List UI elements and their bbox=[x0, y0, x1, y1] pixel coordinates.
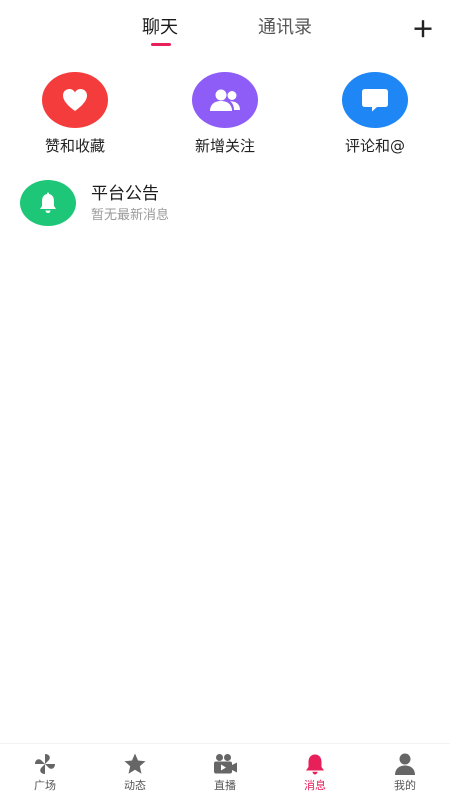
comment-icon bbox=[362, 89, 388, 112]
star-icon bbox=[124, 753, 146, 774]
nav-feed-label: 动态 bbox=[124, 779, 146, 792]
tab-chat[interactable]: 聊天 bbox=[142, 14, 178, 42]
bottom-navigation: 广场 动态 直播 消息 我的 bbox=[0, 743, 450, 800]
qa-icon-circle-comments bbox=[342, 72, 408, 128]
add-button[interactable] bbox=[408, 14, 438, 44]
quick-actions: 赞和收藏 新增关注 评论和@ bbox=[0, 70, 450, 170]
messages-screen: 聊天 通讯录 赞和收藏 新增关注 评论和@ 平台公告 暂无最新消息 广场 动态 … bbox=[0, 0, 450, 800]
active-tab-indicator bbox=[151, 43, 171, 46]
nav-live-icon-wrap bbox=[212, 752, 238, 776]
top-bar: 聊天 通讯录 bbox=[0, 0, 450, 60]
plus-icon bbox=[414, 20, 432, 38]
nav-live[interactable]: 直播 bbox=[180, 744, 270, 801]
announcement-icon-circle bbox=[20, 180, 76, 226]
nav-square[interactable]: 广场 bbox=[0, 744, 90, 801]
nav-live-label: 直播 bbox=[214, 779, 236, 792]
nav-profile[interactable]: 我的 bbox=[360, 744, 450, 801]
nav-messages-icon-wrap bbox=[302, 752, 328, 776]
nav-square-label: 广场 bbox=[34, 779, 56, 792]
nav-square-icon-wrap bbox=[32, 752, 58, 776]
platform-announcement-row[interactable]: 平台公告 暂无最新消息 bbox=[0, 176, 450, 232]
pinwheel-icon bbox=[35, 754, 55, 774]
users-icon bbox=[210, 89, 240, 111]
nav-messages-label: 消息 bbox=[304, 779, 326, 792]
nav-feed[interactable]: 动态 bbox=[90, 744, 180, 801]
tab-contacts[interactable]: 通讯录 bbox=[258, 14, 312, 42]
likes-and-favorites-label: 赞和收藏 bbox=[44, 137, 105, 155]
person-icon bbox=[395, 753, 415, 775]
camera-icon bbox=[214, 754, 237, 774]
heart-icon bbox=[63, 89, 87, 111]
new-followers-label: 新增关注 bbox=[194, 137, 255, 155]
bell-icon bbox=[40, 192, 56, 213]
announcement-subtitle: 暂无最新消息 bbox=[91, 208, 170, 223]
bell-icon bbox=[306, 754, 324, 775]
nav-profile-icon-wrap bbox=[392, 752, 418, 776]
nav-feed-icon-wrap bbox=[122, 752, 148, 776]
nav-messages[interactable]: 消息 bbox=[270, 744, 360, 801]
qa-icon-circle-followers bbox=[192, 72, 258, 128]
comments-and-mentions-label: 评论和@ bbox=[344, 137, 405, 155]
announcement-title: 平台公告 bbox=[91, 184, 159, 204]
qa-icon-circle-likes bbox=[42, 72, 108, 128]
nav-profile-label: 我的 bbox=[394, 779, 416, 792]
